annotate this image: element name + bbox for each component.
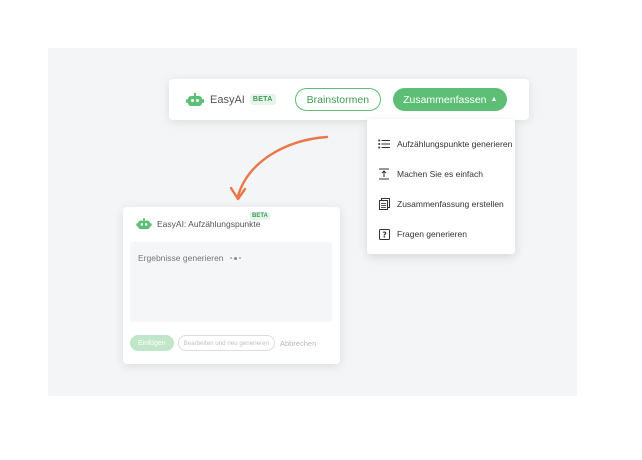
svg-text:?: ? <box>382 230 386 239</box>
easyai-toolbar: EasyAI BETA Brainstormen Zusammenfassen … <box>169 79 529 120</box>
simplify-icon <box>378 168 390 180</box>
result-output-area[interactable]: Ergebnisse generieren <box>130 242 332 322</box>
easyai-result-panel: EasyAI: Aufzählungspunkte BETA Ergebniss… <box>123 207 340 364</box>
panel-title: EasyAI: Aufzählungspunkte <box>157 219 261 229</box>
menu-item-simplify[interactable]: Machen Sie es einfach <box>367 159 515 189</box>
menu-item-label: Fragen generieren <box>397 229 467 239</box>
menu-item-create-summary[interactable]: Zusammenfassung erstellen <box>367 189 515 219</box>
menu-item-generate-questions[interactable]: ? Fragen generieren <box>367 219 515 249</box>
menu-item-bullet-points[interactable]: Aufzählungspunkte generieren <box>367 129 515 159</box>
robot-icon <box>136 218 152 230</box>
question-box-icon: ? <box>378 228 390 240</box>
generating-status: Ergebnisse generieren <box>138 253 224 263</box>
brainstorm-button[interactable]: Brainstormen <box>294 88 382 111</box>
menu-item-label: Zusammenfassung erstellen <box>397 199 504 209</box>
beta-badge: BETA <box>250 212 270 220</box>
brand-name: EasyAI <box>210 93 245 106</box>
summarize-dropdown-menu: Aufzählungspunkte generieren Machen Sie … <box>367 119 515 254</box>
loading-dots-icon <box>229 256 241 260</box>
chevron-up-icon: ▲ <box>490 96 498 103</box>
summarize-button-label: Zusammenfassen <box>403 93 487 106</box>
summarize-button[interactable]: Zusammenfassen ▲ <box>393 88 508 111</box>
edit-regenerate-button[interactable]: Bearbeiten und neu generieren <box>177 335 275 351</box>
menu-item-label: Machen Sie es einfach <box>397 169 483 179</box>
cancel-button[interactable]: Abbrechen <box>280 339 316 348</box>
bulleted-list-icon <box>378 138 390 150</box>
document-summary-icon <box>378 198 390 210</box>
insert-button[interactable]: Einfügen <box>130 335 174 351</box>
beta-badge: BETA <box>249 94 276 105</box>
robot-icon <box>186 92 204 107</box>
menu-item-label: Aufzählungspunkte generieren <box>397 139 513 149</box>
